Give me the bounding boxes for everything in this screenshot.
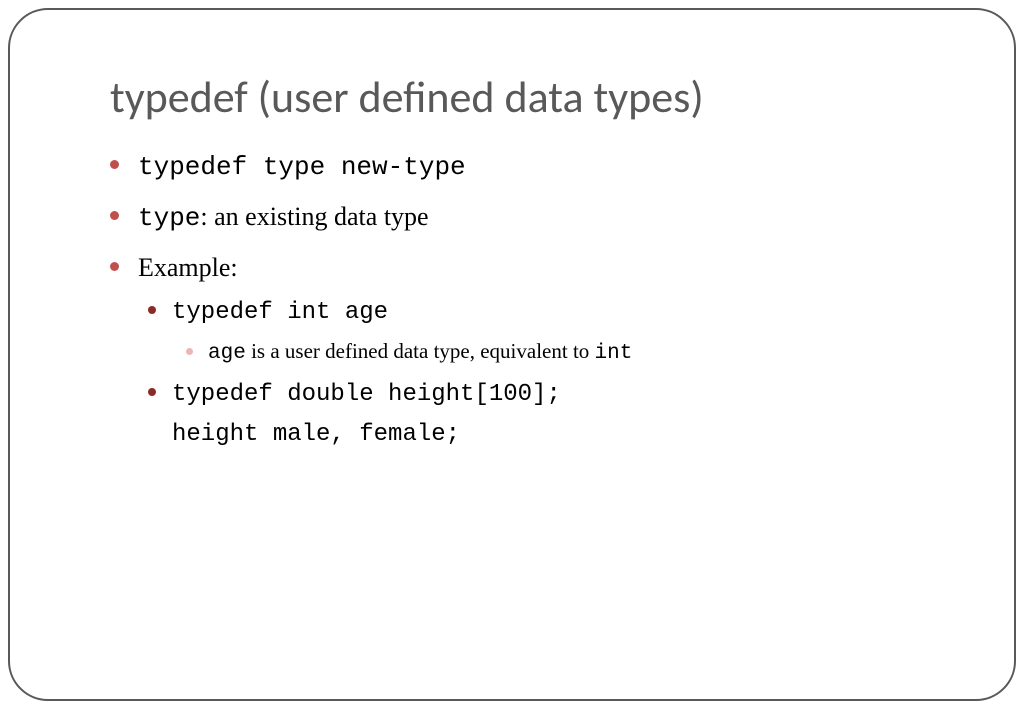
bullet-3a1-code2: int [595, 342, 633, 365]
slide-title: typedef (user defined data types) [110, 70, 934, 124]
bullet-3: Example: typedef int age age is a user d… [110, 250, 934, 451]
bullet-list-level2: typedef int age age is a user defined da… [148, 295, 934, 451]
bullet-3a-code: typedef int age [172, 299, 388, 326]
bullet-list-level1: typedef type new-type type: an existing … [110, 148, 934, 451]
bullet-2-code: type [138, 203, 200, 233]
bullet-list-level3: age is a user defined data type, equival… [186, 338, 934, 367]
bullet-2-text: : an existing data type [200, 202, 428, 231]
bullet-3-text: Example: [138, 253, 238, 282]
bullet-1: typedef type new-type [110, 148, 934, 185]
bullet-3a1-code1: age [208, 342, 246, 365]
slide-frame: typedef (user defined data types) typede… [8, 8, 1016, 701]
bullet-3b-line1: typedef double height[100]; [172, 381, 561, 408]
bullet-3a1: age is a user defined data type, equival… [186, 338, 934, 367]
bullet-2: type: an existing data type [110, 199, 934, 236]
bullet-3b: typedef double height[100]; height male,… [148, 377, 934, 451]
bullet-1-code: typedef type new-type [138, 152, 466, 182]
bullet-3b-line2: height male, female; [172, 418, 934, 452]
bullet-3a: typedef int age age is a user defined da… [148, 295, 934, 367]
bullet-3a1-text: is a user defined data type, equivalent … [246, 339, 595, 363]
